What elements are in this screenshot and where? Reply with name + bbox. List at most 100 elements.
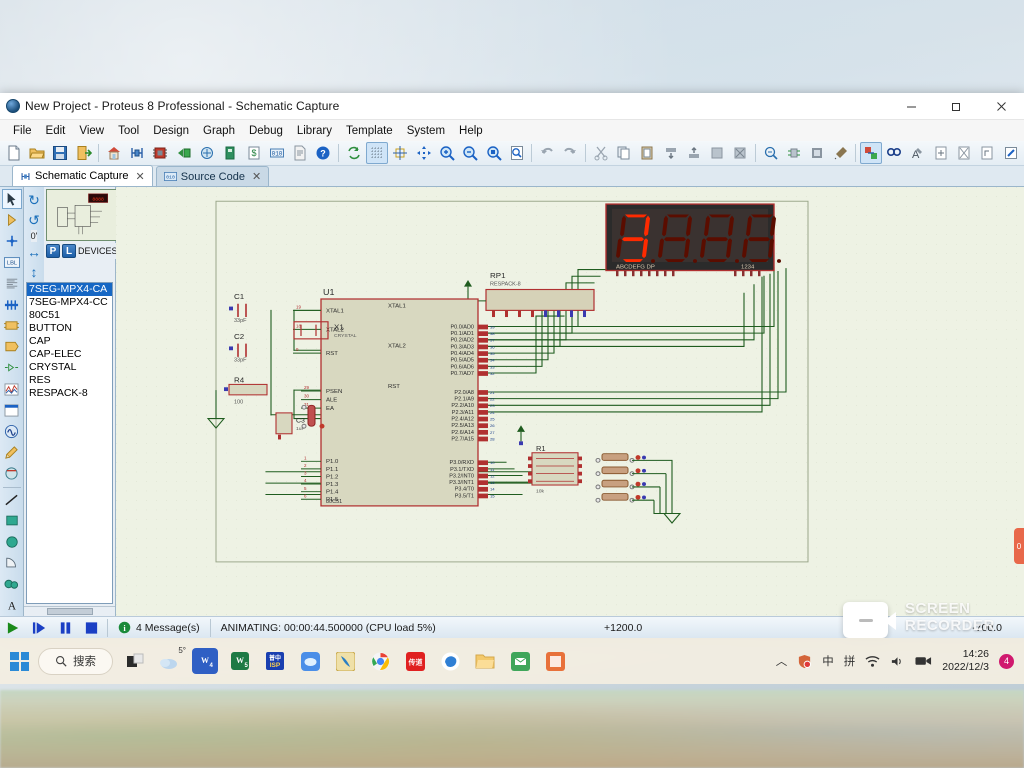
box-tool[interactable] xyxy=(2,511,22,531)
mirror-vertical-button[interactable]: ↕ xyxy=(24,262,44,282)
task-view-icon[interactable] xyxy=(122,648,148,674)
component-mode[interactable] xyxy=(2,210,22,230)
wps-writer-icon[interactable]: W4 xyxy=(192,648,218,674)
tape-recorder-mode[interactable] xyxy=(2,400,22,420)
pick-device-icon[interactable] xyxy=(760,142,781,164)
tab-source-code[interactable]: 010 Source Code ✕ xyxy=(155,166,270,186)
thunder-icon[interactable] xyxy=(332,648,358,674)
volume-icon[interactable] xyxy=(890,655,905,668)
pcb-layout-icon[interactable] xyxy=(150,142,171,164)
make-device-icon[interactable] xyxy=(783,142,804,164)
generator-mode[interactable] xyxy=(2,421,22,441)
paste-icon[interactable] xyxy=(637,142,658,164)
exit-icon[interactable] xyxy=(73,142,94,164)
notification-badge[interactable]: 4 xyxy=(999,653,1014,669)
block-delete-icon[interactable] xyxy=(730,142,751,164)
junction-dot-mode[interactable] xyxy=(2,231,22,251)
search-tag-icon[interactable] xyxy=(884,142,905,164)
save-icon[interactable] xyxy=(50,142,71,164)
bill-of-materials-icon[interactable]: $ xyxy=(243,142,264,164)
keil-isp-icon[interactable]: 普中 ISP xyxy=(262,648,288,674)
device-item[interactable]: RESPACK-8 xyxy=(27,387,112,400)
exit-sheet-icon[interactable] xyxy=(977,142,998,164)
library-manager-button[interactable]: L xyxy=(62,244,76,258)
menu-view[interactable]: View xyxy=(72,123,111,139)
menu-tool[interactable]: Tool xyxy=(111,123,146,139)
device-item[interactable]: CAP xyxy=(27,335,112,348)
schematic-capture-icon[interactable] xyxy=(126,142,147,164)
simulation-pause-button[interactable] xyxy=(52,618,78,638)
message-count[interactable]: i 4 Message(s) xyxy=(111,621,207,634)
side-panel-handle[interactable]: 0 xyxy=(1014,528,1024,564)
tab-schematic-capture[interactable]: Schematic Capture ✕ xyxy=(12,165,153,186)
menu-debug[interactable]: Debug xyxy=(242,123,290,139)
voltage-probe-mode[interactable] xyxy=(2,442,22,462)
terminals-mode[interactable] xyxy=(2,337,22,357)
zoom-out-icon[interactable] xyxy=(460,142,481,164)
device-item[interactable]: CRYSTAL xyxy=(27,361,112,374)
menu-file[interactable]: File xyxy=(6,123,39,139)
block-move-icon[interactable] xyxy=(683,142,704,164)
device-item[interactable]: BUTTON xyxy=(27,322,112,335)
start-button[interactable] xyxy=(10,651,29,671)
block-rotate-icon[interactable] xyxy=(706,142,727,164)
wps-presentation-icon[interactable]: W5 xyxy=(227,648,253,674)
menu-help[interactable]: Help xyxy=(452,123,490,139)
schematic-sheet[interactable]: ABCDEFG DP 1234 RP1 RESPACK-8 U1 80C51 X… xyxy=(116,187,1024,616)
wifi-icon[interactable] xyxy=(865,655,880,668)
subcircuit-mode[interactable] xyxy=(2,316,22,336)
decompose-icon[interactable] xyxy=(830,142,851,164)
block-copy-icon[interactable] xyxy=(660,142,681,164)
arc-tool[interactable] xyxy=(2,553,22,573)
bom-icon[interactable] xyxy=(220,142,241,164)
circle-tool[interactable] xyxy=(2,532,22,552)
zoom-sheet-icon[interactable] xyxy=(506,142,527,164)
wire-autorouter-icon[interactable] xyxy=(860,142,882,164)
open-folder-icon[interactable] xyxy=(26,142,47,164)
text-script-mode[interactable] xyxy=(2,273,22,293)
project-notes-icon[interactable] xyxy=(290,142,311,164)
property-assignment-icon[interactable]: A xyxy=(907,142,928,164)
rotation-angle-field[interactable]: 0' xyxy=(30,230,38,242)
menu-edit[interactable]: Edit xyxy=(39,123,73,139)
line-tool[interactable] xyxy=(2,489,22,509)
schematic-canvas[interactable]: ABCDEFG DP 1234 RP1 RESPACK-8 U1 80C51 X… xyxy=(116,187,1024,616)
ime-mode-indicator[interactable]: 中 xyxy=(822,653,834,669)
menu-system[interactable]: System xyxy=(400,123,452,139)
simulation-play-button[interactable] xyxy=(0,618,26,638)
selection-tool[interactable] xyxy=(1,189,22,210)
baidu-icon[interactable]: 传道 xyxy=(402,648,428,674)
toggle-grid-icon[interactable] xyxy=(366,142,388,164)
mirror-horizontal-button[interactable]: ↔ xyxy=(24,242,44,262)
redo-icon[interactable] xyxy=(560,142,581,164)
screen-recorder-popup[interactable] xyxy=(843,602,888,638)
rotate-clockwise-button[interactable]: ↻ xyxy=(24,190,44,210)
refresh-icon[interactable] xyxy=(343,142,364,164)
close-button[interactable] xyxy=(979,93,1024,120)
file-explorer-icon[interactable] xyxy=(472,648,498,674)
security-icon[interactable] xyxy=(797,654,812,669)
panel-scrollbar[interactable] xyxy=(24,606,115,616)
cut-icon[interactable] xyxy=(590,142,611,164)
menu-design[interactable]: Design xyxy=(146,123,196,139)
zoom-area-icon[interactable] xyxy=(483,142,504,164)
maximize-restore-button[interactable] xyxy=(934,93,979,120)
recorder-icon[interactable] xyxy=(915,655,932,667)
device-item[interactable]: CAP-ELEC xyxy=(27,348,112,361)
pick-from-libraries-button[interactable]: P xyxy=(46,244,60,258)
device-item[interactable]: 80C51 xyxy=(27,309,112,322)
menu-graph[interactable]: Graph xyxy=(196,123,242,139)
cloud-music-icon[interactable] xyxy=(297,648,323,674)
design-explorer2-icon[interactable] xyxy=(1000,142,1021,164)
mail-icon[interactable] xyxy=(507,648,533,674)
device-item[interactable]: 7SEG-MPX4-CC xyxy=(27,296,112,309)
undo-icon[interactable] xyxy=(536,142,557,164)
3d-viewer-icon[interactable] xyxy=(173,142,194,164)
vsm-studio-icon[interactable]: 010 xyxy=(266,142,287,164)
weather-icon[interactable]: 5° xyxy=(157,646,186,674)
recorder-minimize-icon[interactable] xyxy=(858,618,873,622)
proteus-icon[interactable] xyxy=(542,648,568,674)
new-sheet-icon[interactable] xyxy=(930,142,951,164)
packaging-tool-icon[interactable] xyxy=(807,142,828,164)
scrollbar-thumb[interactable] xyxy=(46,608,93,615)
